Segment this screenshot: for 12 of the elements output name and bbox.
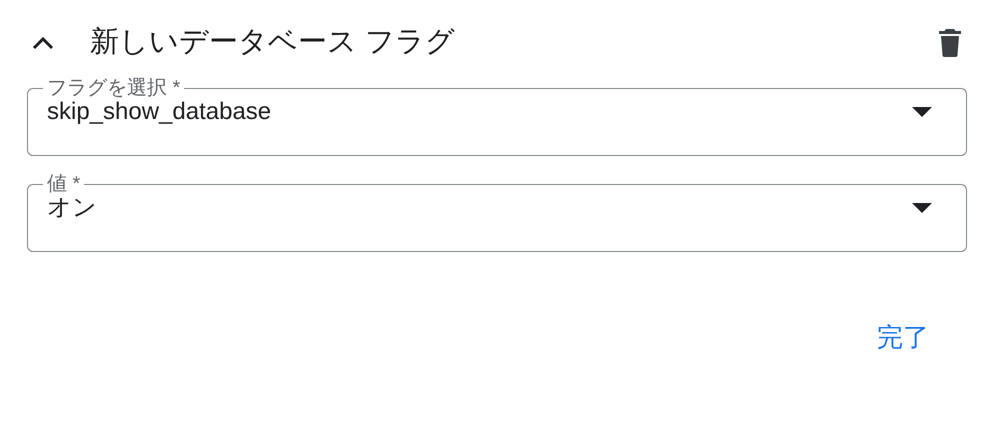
section-title: 新しいデータベース フラグ xyxy=(90,25,456,60)
done-button[interactable]: 完了 xyxy=(869,316,937,359)
dropdown-caret-icon xyxy=(912,107,932,117)
field-value: skip_show_database xyxy=(47,98,272,127)
select-field[interactable]: 値 * オン xyxy=(27,172,967,252)
field-value: オン xyxy=(47,193,97,223)
field-label: フラグを選択 * xyxy=(46,76,182,100)
dropdown-caret-icon xyxy=(912,203,932,213)
chevron-icon xyxy=(32,36,54,50)
select-field[interactable]: フラグを選択 * skip_show_database xyxy=(27,76,967,156)
field-label: 値 * xyxy=(46,172,82,196)
delete-icon xyxy=(939,29,961,57)
